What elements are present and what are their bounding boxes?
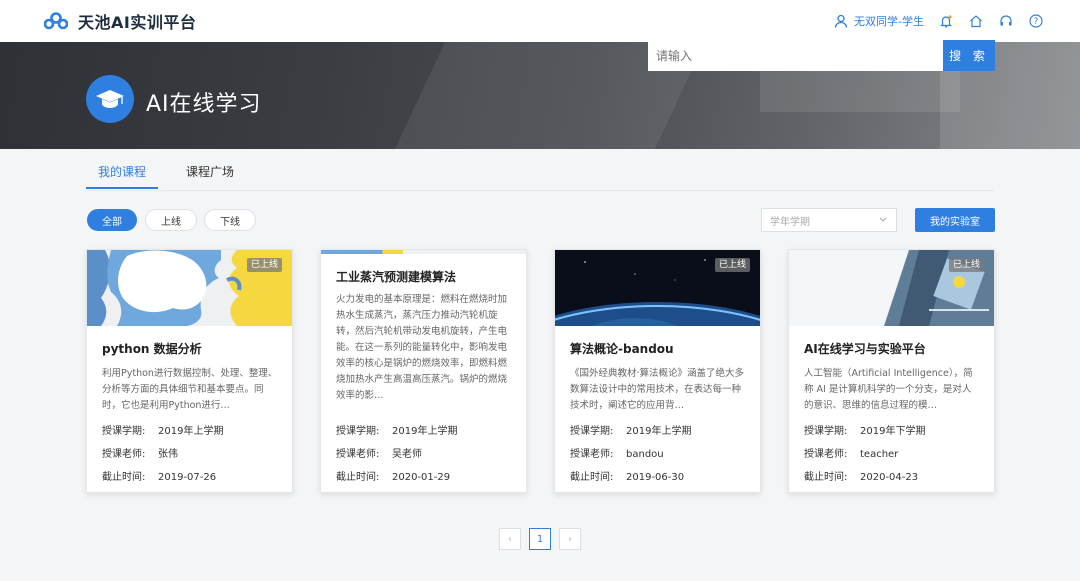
term-select-placeholder: 学年学期 [770, 216, 810, 228]
graduation-cap-icon [86, 75, 134, 123]
home-icon[interactable] [968, 13, 984, 29]
course-deadline: 截止时间: 2020-04-23 [804, 472, 919, 483]
course-tabs: 我的课程 课程广场 [86, 149, 994, 191]
course-card[interactable]: 工业蒸汽预测建模算法 火力发电的基本原理是：燃料在燃烧时加热水生成蒸汽，蒸汽压力… [320, 249, 527, 493]
banner-title: AI在线学习 [146, 92, 262, 117]
course-teacher: 授课老师: 张伟 [102, 449, 178, 460]
course-thumbnail: 已上线 [87, 250, 292, 326]
term-select[interactable]: 学年学期 [761, 208, 897, 232]
course-teacher: 授课老师: bandou [570, 449, 664, 460]
active-tab-indicator [86, 187, 158, 189]
my-lab-button[interactable]: 我的实验室 [915, 208, 995, 232]
user-menu[interactable]: 无双同学-学生 [833, 13, 924, 29]
course-description: 人工智能（Artificial Intelligence），简称 AI 是计算机… [804, 368, 973, 411]
logo[interactable]: 天池AI实训平台 [43, 9, 197, 33]
course-title: 工业蒸汽预测建模算法 [336, 270, 457, 284]
course-deadline: 截止时间: 2020-01-29 [336, 472, 451, 483]
course-teacher: 授课老师: teacher [804, 449, 899, 460]
course-thumbnail: 已上线 [555, 250, 760, 326]
card-top-strip [321, 250, 526, 254]
search-input[interactable] [648, 40, 944, 71]
course-deadline: 截止时间: 2019-07-26 [102, 472, 217, 483]
course-term: 授课学期: 2019年上学期 [336, 426, 458, 437]
status-badge: 已上线 [714, 258, 750, 272]
filter-offline-button[interactable]: 下线 [204, 209, 256, 231]
app-title: 天池AI实训平台 [78, 13, 197, 32]
course-description: 火力发电的基本原理是：燃料在燃烧时加热水生成蒸汽，蒸汽压力推动汽轮机旋转，然后汽… [336, 294, 508, 401]
status-badge: 已上线 [948, 258, 984, 272]
search-button[interactable]: 搜 索 [943, 40, 995, 71]
course-thumbnail: 已上线 [789, 250, 994, 326]
course-description: 《国外经典教材·算法概论》涵盖了绝大多数算法设计中的常用技术，在表达每一种技术时… [570, 368, 745, 411]
course-description: 利用Python进行数据控制、处理、整理、分析等方面的具体细节和基本要点。同时，… [102, 368, 278, 411]
status-badge: 已上线 [246, 258, 282, 272]
course-term: 授课学期: 2019年上学期 [570, 426, 692, 437]
bell-icon[interactable] [938, 13, 954, 29]
help-icon[interactable]: ? [1028, 13, 1044, 29]
course-term: 授课学期: 2019年下学期 [804, 426, 926, 437]
svg-text:?: ? [1034, 17, 1039, 27]
course-title: AI在线学习与实验平台 [804, 342, 926, 356]
prev-page-button[interactable]: ‹ [499, 528, 521, 550]
next-page-button[interactable]: › [559, 528, 581, 550]
headset-icon[interactable] [998, 13, 1014, 29]
course-card[interactable]: 已上线 AI在线学习与实验平台 人工智能（Artificial Intellig… [788, 249, 995, 493]
filter-all-button[interactable]: 全部 [87, 209, 137, 231]
tab-course-square[interactable]: 课程广场 [186, 163, 234, 180]
user-icon [833, 13, 849, 29]
user-name: 无双同学-学生 [854, 15, 924, 28]
course-card[interactable]: 已上线 python 数据分析 利用Python进行数据控制、处理、整理、分析等… [86, 249, 293, 493]
course-title: python 数据分析 [102, 342, 202, 356]
tab-my-courses[interactable]: 我的课程 [98, 163, 146, 180]
filter-online-button[interactable]: 上线 [145, 209, 197, 231]
course-title: 算法概论-bandou [570, 342, 674, 356]
course-term: 授课学期: 2019年上学期 [102, 426, 224, 437]
cloud-logo-icon [43, 12, 69, 30]
top-header: 天池AI实训平台 无双同学-学生 ? [0, 0, 1080, 42]
chevron-down-icon [878, 214, 888, 229]
page-number-button[interactable]: 1 [529, 528, 551, 550]
course-card[interactable]: 已上线 算法概论-bandou 《国外经典教材·算法概论》涵盖了绝大多数算法设计… [554, 249, 761, 493]
course-deadline: 截止时间: 2019-06-30 [570, 472, 685, 483]
course-teacher: 授课老师: 吴老师 [336, 449, 422, 460]
